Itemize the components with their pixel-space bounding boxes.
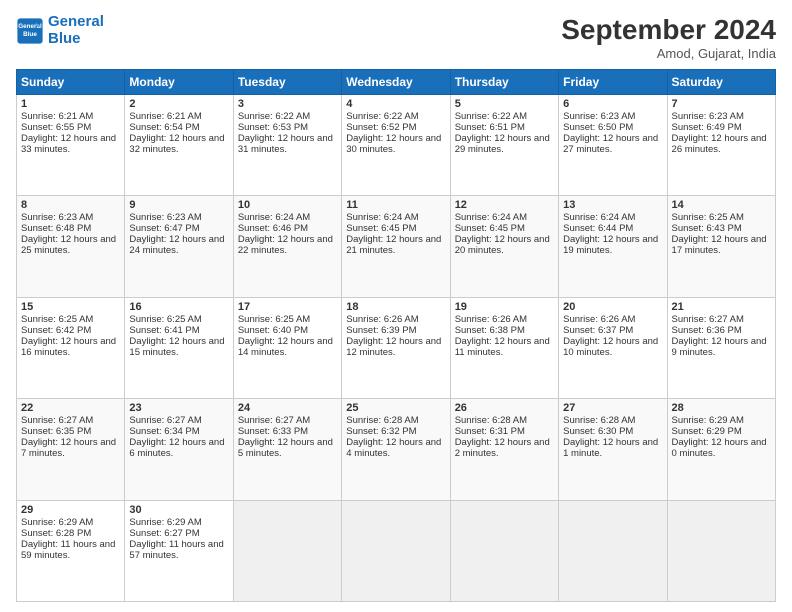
location: Amod, Gujarat, India [561,46,776,61]
day-cell: 5Sunrise: 6:22 AMSunset: 6:51 PMDaylight… [450,95,558,196]
day-number: 21 [672,301,771,313]
day-number: 24 [238,402,337,414]
day-cell [342,500,450,601]
week-row-1: 1Sunrise: 6:21 AMSunset: 6:55 PMDaylight… [17,95,776,196]
day-number: 11 [346,199,445,211]
day-number: 25 [346,402,445,414]
day-number: 7 [672,98,771,110]
day-cell: 10Sunrise: 6:24 AMSunset: 6:46 PMDayligh… [233,196,341,297]
day-cell: 25Sunrise: 6:28 AMSunset: 6:32 PMDayligh… [342,399,450,500]
col-header-tuesday: Tuesday [233,70,341,95]
logo-icon: General Blue [16,17,44,45]
day-number: 14 [672,199,771,211]
day-cell [559,500,667,601]
day-number: 9 [129,199,228,211]
day-cell: 3Sunrise: 6:22 AMSunset: 6:53 PMDaylight… [233,95,341,196]
day-number: 5 [455,98,554,110]
day-number: 16 [129,301,228,313]
day-cell: 8Sunrise: 6:23 AMSunset: 6:48 PMDaylight… [17,196,125,297]
week-row-2: 8Sunrise: 6:23 AMSunset: 6:48 PMDaylight… [17,196,776,297]
col-header-saturday: Saturday [667,70,775,95]
day-cell [233,500,341,601]
day-number: 10 [238,199,337,211]
day-cell: 11Sunrise: 6:24 AMSunset: 6:45 PMDayligh… [342,196,450,297]
day-cell: 6Sunrise: 6:23 AMSunset: 6:50 PMDaylight… [559,95,667,196]
day-number: 20 [563,301,662,313]
day-cell: 18Sunrise: 6:26 AMSunset: 6:39 PMDayligh… [342,297,450,398]
day-cell: 30Sunrise: 6:29 AMSunset: 6:27 PMDayligh… [125,500,233,601]
logo-text: General Blue [48,14,104,47]
day-cell: 4Sunrise: 6:22 AMSunset: 6:52 PMDaylight… [342,95,450,196]
title-block: September 2024 Amod, Gujarat, India [561,14,776,61]
page: General Blue General Blue September 2024… [0,0,792,612]
col-header-thursday: Thursday [450,70,558,95]
day-cell: 2Sunrise: 6:21 AMSunset: 6:54 PMDaylight… [125,95,233,196]
day-cell: 21Sunrise: 6:27 AMSunset: 6:36 PMDayligh… [667,297,775,398]
col-header-monday: Monday [125,70,233,95]
day-number: 28 [672,402,771,414]
day-cell: 16Sunrise: 6:25 AMSunset: 6:41 PMDayligh… [125,297,233,398]
day-number: 4 [346,98,445,110]
day-cell: 12Sunrise: 6:24 AMSunset: 6:45 PMDayligh… [450,196,558,297]
week-row-3: 15Sunrise: 6:25 AMSunset: 6:42 PMDayligh… [17,297,776,398]
day-number: 23 [129,402,228,414]
col-header-wednesday: Wednesday [342,70,450,95]
day-cell: 17Sunrise: 6:25 AMSunset: 6:40 PMDayligh… [233,297,341,398]
calendar-table: SundayMondayTuesdayWednesdayThursdayFrid… [16,69,776,602]
day-number: 8 [21,199,120,211]
day-number: 15 [21,301,120,313]
day-cell: 22Sunrise: 6:27 AMSunset: 6:35 PMDayligh… [17,399,125,500]
day-number: 1 [21,98,120,110]
day-cell: 27Sunrise: 6:28 AMSunset: 6:30 PMDayligh… [559,399,667,500]
day-cell [667,500,775,601]
day-cell: 20Sunrise: 6:26 AMSunset: 6:37 PMDayligh… [559,297,667,398]
day-number: 27 [563,402,662,414]
header: General Blue General Blue September 2024… [16,14,776,61]
day-cell: 24Sunrise: 6:27 AMSunset: 6:33 PMDayligh… [233,399,341,500]
day-number: 30 [129,504,228,516]
day-cell: 19Sunrise: 6:26 AMSunset: 6:38 PMDayligh… [450,297,558,398]
day-cell: 1Sunrise: 6:21 AMSunset: 6:55 PMDaylight… [17,95,125,196]
day-cell: 26Sunrise: 6:28 AMSunset: 6:31 PMDayligh… [450,399,558,500]
day-cell: 15Sunrise: 6:25 AMSunset: 6:42 PMDayligh… [17,297,125,398]
day-cell: 29Sunrise: 6:29 AMSunset: 6:28 PMDayligh… [17,500,125,601]
day-number: 3 [238,98,337,110]
day-cell: 23Sunrise: 6:27 AMSunset: 6:34 PMDayligh… [125,399,233,500]
day-number: 29 [21,504,120,516]
day-number: 2 [129,98,228,110]
day-number: 13 [563,199,662,211]
day-number: 18 [346,301,445,313]
day-cell: 14Sunrise: 6:25 AMSunset: 6:43 PMDayligh… [667,196,775,297]
col-header-friday: Friday [559,70,667,95]
day-cell: 7Sunrise: 6:23 AMSunset: 6:49 PMDaylight… [667,95,775,196]
week-row-5: 29Sunrise: 6:29 AMSunset: 6:28 PMDayligh… [17,500,776,601]
day-cell: 9Sunrise: 6:23 AMSunset: 6:47 PMDaylight… [125,196,233,297]
day-cell: 28Sunrise: 6:29 AMSunset: 6:29 PMDayligh… [667,399,775,500]
col-header-sunday: Sunday [17,70,125,95]
logo: General Blue General Blue [16,14,104,47]
day-number: 22 [21,402,120,414]
day-number: 6 [563,98,662,110]
day-number: 26 [455,402,554,414]
day-number: 19 [455,301,554,313]
day-cell [450,500,558,601]
day-number: 12 [455,199,554,211]
day-number: 17 [238,301,337,313]
day-cell: 13Sunrise: 6:24 AMSunset: 6:44 PMDayligh… [559,196,667,297]
svg-text:Blue: Blue [23,30,37,37]
week-row-4: 22Sunrise: 6:27 AMSunset: 6:35 PMDayligh… [17,399,776,500]
logo-line2: Blue [48,31,104,48]
logo-line1: General [48,13,104,30]
month-title: September 2024 [561,14,776,46]
